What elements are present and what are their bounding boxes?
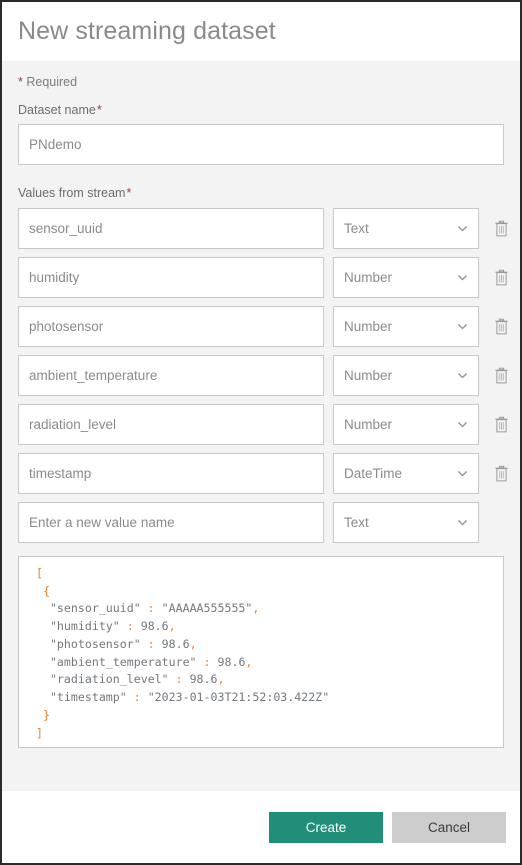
json-preview-text: [ { "sensor_uuid" : "AAAAA555555", "humi…: [35, 566, 330, 740]
page-title: New streaming dataset: [18, 17, 276, 45]
value-name-cell: [18, 208, 324, 249]
new-streaming-dataset-dialog: New streaming dataset * Required Dataset…: [0, 0, 522, 865]
dialog-body: * Required Dataset name* Values from str…: [2, 61, 520, 791]
value-row: DateTime: [18, 453, 508, 494]
values-from-stream-label: Values from stream*: [18, 186, 132, 200]
delete-value-cell: [486, 257, 516, 298]
value-name-cell: [18, 404, 324, 445]
dialog-header: New streaming dataset: [2, 2, 520, 61]
value-name-cell: [18, 306, 324, 347]
value-rows-list: Text Number Number Number Number DateTime Text: [18, 208, 508, 543]
new-value-spacer: [486, 502, 516, 543]
value-type-selected: Number: [344, 368, 393, 383]
chevron-down-icon: [458, 226, 467, 232]
delete-value-cell: [486, 306, 516, 347]
chevron-down-icon: [458, 422, 467, 428]
dataset-name-input[interactable]: [18, 124, 504, 165]
required-asterisk: *: [18, 75, 23, 89]
value-type-selected: Number: [344, 270, 393, 285]
delete-value-cell: [486, 208, 516, 249]
chevron-down-icon: [458, 324, 467, 330]
value-type-selected: Number: [344, 319, 393, 334]
value-name-input[interactable]: [18, 404, 324, 445]
chevron-down-icon: [458, 520, 467, 526]
trash-icon[interactable]: [494, 465, 509, 483]
value-type-selected: Number: [344, 417, 393, 432]
delete-value-cell: [486, 404, 516, 445]
value-type-selected: DateTime: [344, 466, 403, 481]
chevron-down-icon: [458, 275, 467, 281]
value-name-input[interactable]: [18, 453, 324, 494]
trash-icon[interactable]: [494, 318, 509, 336]
value-name-input[interactable]: [18, 306, 324, 347]
value-type-select[interactable]: Number: [333, 257, 479, 298]
delete-value-cell: [486, 453, 516, 494]
value-type-cell: Number: [333, 306, 479, 347]
trash-icon[interactable]: [494, 367, 509, 385]
create-button[interactable]: Create: [269, 811, 383, 843]
value-row: Number: [18, 306, 508, 347]
trash-icon[interactable]: [494, 269, 509, 287]
required-asterisk: *: [126, 186, 132, 200]
value-type-select[interactable]: Number: [333, 355, 479, 396]
new-value-type-selected: Text: [344, 515, 369, 530]
new-value-type-cell: Text: [333, 502, 479, 543]
delete-value-cell: [486, 355, 516, 396]
value-type-cell: Number: [333, 404, 479, 445]
value-type-select[interactable]: Number: [333, 404, 479, 445]
value-name-input[interactable]: [18, 355, 324, 396]
chevron-down-icon: [458, 471, 467, 477]
value-type-selected: Text: [344, 221, 369, 236]
value-type-select[interactable]: Number: [333, 306, 479, 347]
value-name-cell: [18, 355, 324, 396]
value-name-cell: [18, 453, 324, 494]
value-type-cell: Text: [333, 208, 479, 249]
value-type-select[interactable]: Text: [333, 208, 479, 249]
new-value-name-cell: [18, 502, 324, 543]
new-value-name-input[interactable]: [18, 502, 324, 543]
value-row: Text: [18, 208, 508, 249]
dialog-footer: Create Cancel: [2, 791, 520, 863]
value-row: Number: [18, 257, 508, 298]
value-name-cell: [18, 257, 324, 298]
value-name-input[interactable]: [18, 208, 324, 249]
new-value-type-select[interactable]: Text: [333, 502, 479, 543]
value-type-cell: Number: [333, 257, 479, 298]
required-note-label: Required: [26, 75, 78, 89]
trash-icon[interactable]: [494, 220, 509, 238]
required-asterisk: *: [96, 103, 102, 117]
value-type-cell: DateTime: [333, 453, 479, 494]
value-row: Number: [18, 355, 508, 396]
value-type-cell: Number: [333, 355, 479, 396]
required-note: * Required: [18, 75, 504, 89]
trash-icon[interactable]: [494, 416, 509, 434]
new-value-row: Text: [18, 502, 504, 543]
value-row: Number: [18, 404, 508, 445]
dataset-name-label: Dataset name*: [18, 103, 102, 117]
json-preview-box[interactable]: [ { "sensor_uuid" : "AAAAA555555", "humi…: [18, 556, 504, 748]
chevron-down-icon: [458, 373, 467, 379]
cancel-button[interactable]: Cancel: [392, 811, 506, 843]
value-type-select[interactable]: DateTime: [333, 453, 479, 494]
value-name-input[interactable]: [18, 257, 324, 298]
